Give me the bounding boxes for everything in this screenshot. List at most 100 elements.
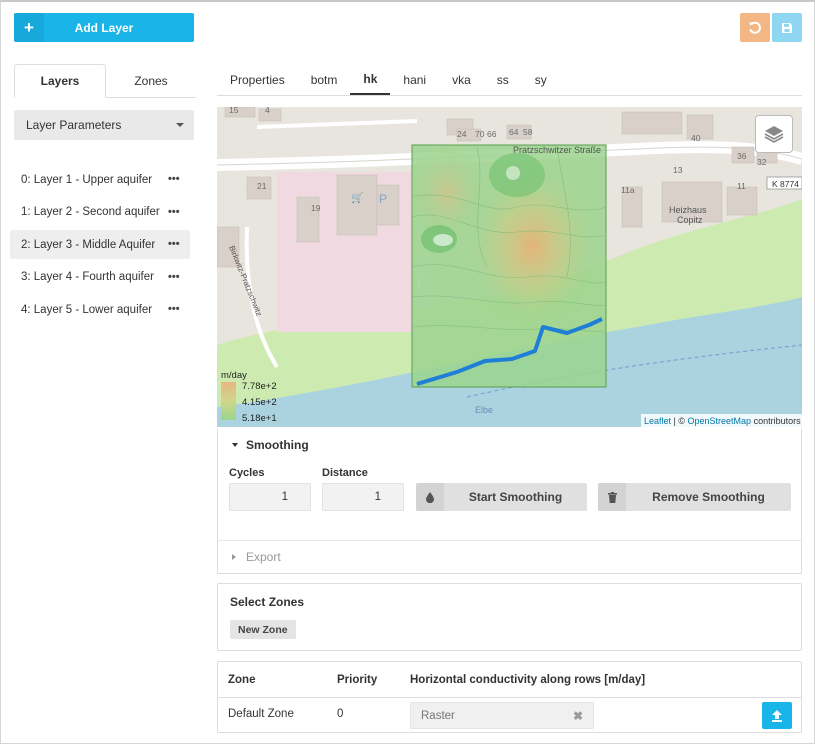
zone-value-field[interactable]: Raster ✖ (410, 702, 594, 729)
map-canvas[interactable]: 15 4 24 70 66 64 58 40 36 34 32 13 11a 1… (217, 107, 802, 427)
map-attribution: Leaflet | © OpenStreetMap contributors (641, 414, 804, 427)
legend-color-bar (221, 382, 236, 420)
legend-max: 7.78e+2 (242, 381, 277, 392)
save-icon (782, 22, 792, 33)
layer-label: 2: Layer 3 - Middle Aquifer (21, 238, 156, 251)
leaflet-link[interactable]: Leaflet (644, 416, 671, 426)
tab-vka[interactable]: vka (439, 64, 484, 95)
layer-item-2[interactable]: 2: Layer 3 - Middle Aquifer ••• (10, 230, 190, 259)
map-label: Copitz (677, 215, 703, 225)
tab-ss[interactable]: ss (484, 64, 522, 95)
distance-input[interactable]: 1 (322, 483, 404, 511)
remove-smoothing-label: Remove Smoothing (652, 490, 765, 504)
shop-icon: 🛒 (351, 191, 363, 204)
new-zone-button[interactable]: New Zone (230, 620, 296, 639)
tab-sy[interactable]: sy (522, 64, 560, 95)
map-label: 36 (737, 151, 747, 161)
remove-smoothing-button[interactable]: Remove Smoothing (598, 483, 791, 511)
left-tab-bar: Layers Zones (14, 64, 196, 98)
trash-icon (598, 483, 626, 511)
caret-right-icon (232, 554, 236, 560)
layer-label: 3: Layer 4 - Fourth aquifer (21, 271, 154, 283)
map-label: 32 (757, 157, 767, 167)
zone-table: Zone Priority Horizontal conductivity al… (217, 661, 802, 733)
map-label: 58 (523, 127, 533, 137)
layer-label: 0: Layer 1 - Upper aquifer (21, 173, 153, 186)
map-label: 13 (673, 165, 683, 175)
map-label: 15 (229, 107, 239, 115)
tab-layers[interactable]: Layers (14, 64, 106, 98)
distance-label: Distance (322, 467, 368, 479)
map-label: 11a (621, 185, 635, 195)
layer-switcher-button[interactable] (755, 115, 793, 153)
river-label: Elbe (475, 405, 493, 415)
map-label: 19 (311, 203, 321, 213)
legend-min: 5.18e+1 (242, 413, 277, 424)
map-label: 11 (737, 181, 746, 191)
start-smoothing-button[interactable]: Start Smoothing (416, 483, 587, 511)
upload-raster-button[interactable] (762, 702, 792, 729)
export-label: Export (246, 550, 281, 564)
map-label: 4 (265, 107, 270, 115)
smoothing-toggle[interactable]: Smoothing (232, 438, 309, 452)
col-zone: Zone (228, 674, 256, 686)
divider (218, 540, 801, 541)
layer-label: 4: Layer 5 - Lower aquifer (21, 303, 153, 316)
layer-list: 0: Layer 1 - Upper aquifer ••• 1: Layer … (10, 165, 190, 328)
zone-value-text: Raster (421, 709, 455, 722)
smoothing-panel: Smoothing Cycles Distance 1 1 Start Smoo… (217, 429, 802, 574)
tab-properties[interactable]: Properties (217, 64, 298, 95)
street-label: Pratzschwitzer Straße (513, 145, 601, 155)
more-icon[interactable]: ••• (168, 303, 180, 315)
osm-link[interactable]: OpenStreetMap (688, 416, 752, 426)
parking-label: P (379, 192, 387, 206)
layer-item-1[interactable]: 1: Layer 2 - Second aquifer ••• (10, 198, 190, 227)
add-layer-button[interactable]: + Add Layer (14, 13, 194, 42)
map-label: 66 (487, 129, 497, 139)
map-label: 40 (691, 133, 701, 143)
road-ref-label: K 8774 (772, 179, 799, 189)
layer-item-3[interactable]: 3: Layer 4 - Fourth aquifer ••• (10, 263, 190, 292)
caret-down-icon (176, 123, 184, 127)
start-smoothing-label: Start Smoothing (468, 490, 563, 504)
hk-raster-overlay (411, 144, 607, 388)
more-icon[interactable]: ••• (168, 238, 180, 250)
plus-icon: + (14, 13, 44, 42)
tab-hani[interactable]: hani (390, 64, 439, 95)
save-button[interactable] (772, 13, 802, 42)
caret-down-icon (232, 443, 238, 447)
zone-name-cell: Default Zone (228, 708, 294, 720)
col-value: Horizontal conductivity along rows [m/da… (410, 674, 646, 686)
map-label: 70 (475, 129, 485, 139)
map-label: 64 (509, 127, 519, 137)
cycles-input[interactable]: 1 (229, 483, 311, 511)
parameter-tab-bar: Properties botm hk hani vka ss sy (217, 64, 802, 96)
undo-icon (749, 21, 761, 34)
export-toggle[interactable]: Export (232, 550, 281, 564)
more-icon[interactable]: ••• (168, 206, 180, 218)
tab-botm[interactable]: botm (298, 64, 351, 95)
layer-parameters-dropdown[interactable]: Layer Parameters (14, 110, 194, 140)
zone-table-header: Zone Priority Horizontal conductivity al… (218, 662, 801, 698)
smoothing-title: Smoothing (246, 438, 309, 452)
map-view[interactable]: 15 4 24 70 66 64 58 40 36 34 32 13 11a 1… (217, 107, 802, 427)
layer-item-0[interactable]: 0: Layer 1 - Upper aquifer ••• (10, 165, 190, 194)
layer-item-4[interactable]: 4: Layer 5 - Lower aquifer ••• (10, 295, 190, 324)
undo-button[interactable] (740, 13, 770, 42)
col-priority: Priority (337, 674, 378, 686)
cycles-label: Cycles (229, 467, 265, 479)
upload-icon (772, 709, 782, 722)
map-label: Heizhaus (669, 205, 707, 215)
attribution-suffix: contributors (751, 415, 801, 426)
tab-zones[interactable]: Zones (106, 64, 196, 97)
clear-icon[interactable]: ✖ (573, 709, 583, 723)
droplet-icon (416, 483, 444, 511)
zone-priority-cell: 0 (337, 708, 344, 720)
map-label: 24 (457, 129, 467, 139)
map-label: 21 (257, 181, 267, 191)
more-icon[interactable]: ••• (168, 271, 180, 283)
legend-mid: 4.15e+2 (242, 397, 277, 408)
layer-label: 1: Layer 2 - Second aquifer (21, 206, 160, 218)
more-icon[interactable]: ••• (168, 173, 180, 185)
tab-hk[interactable]: hk (350, 64, 391, 95)
